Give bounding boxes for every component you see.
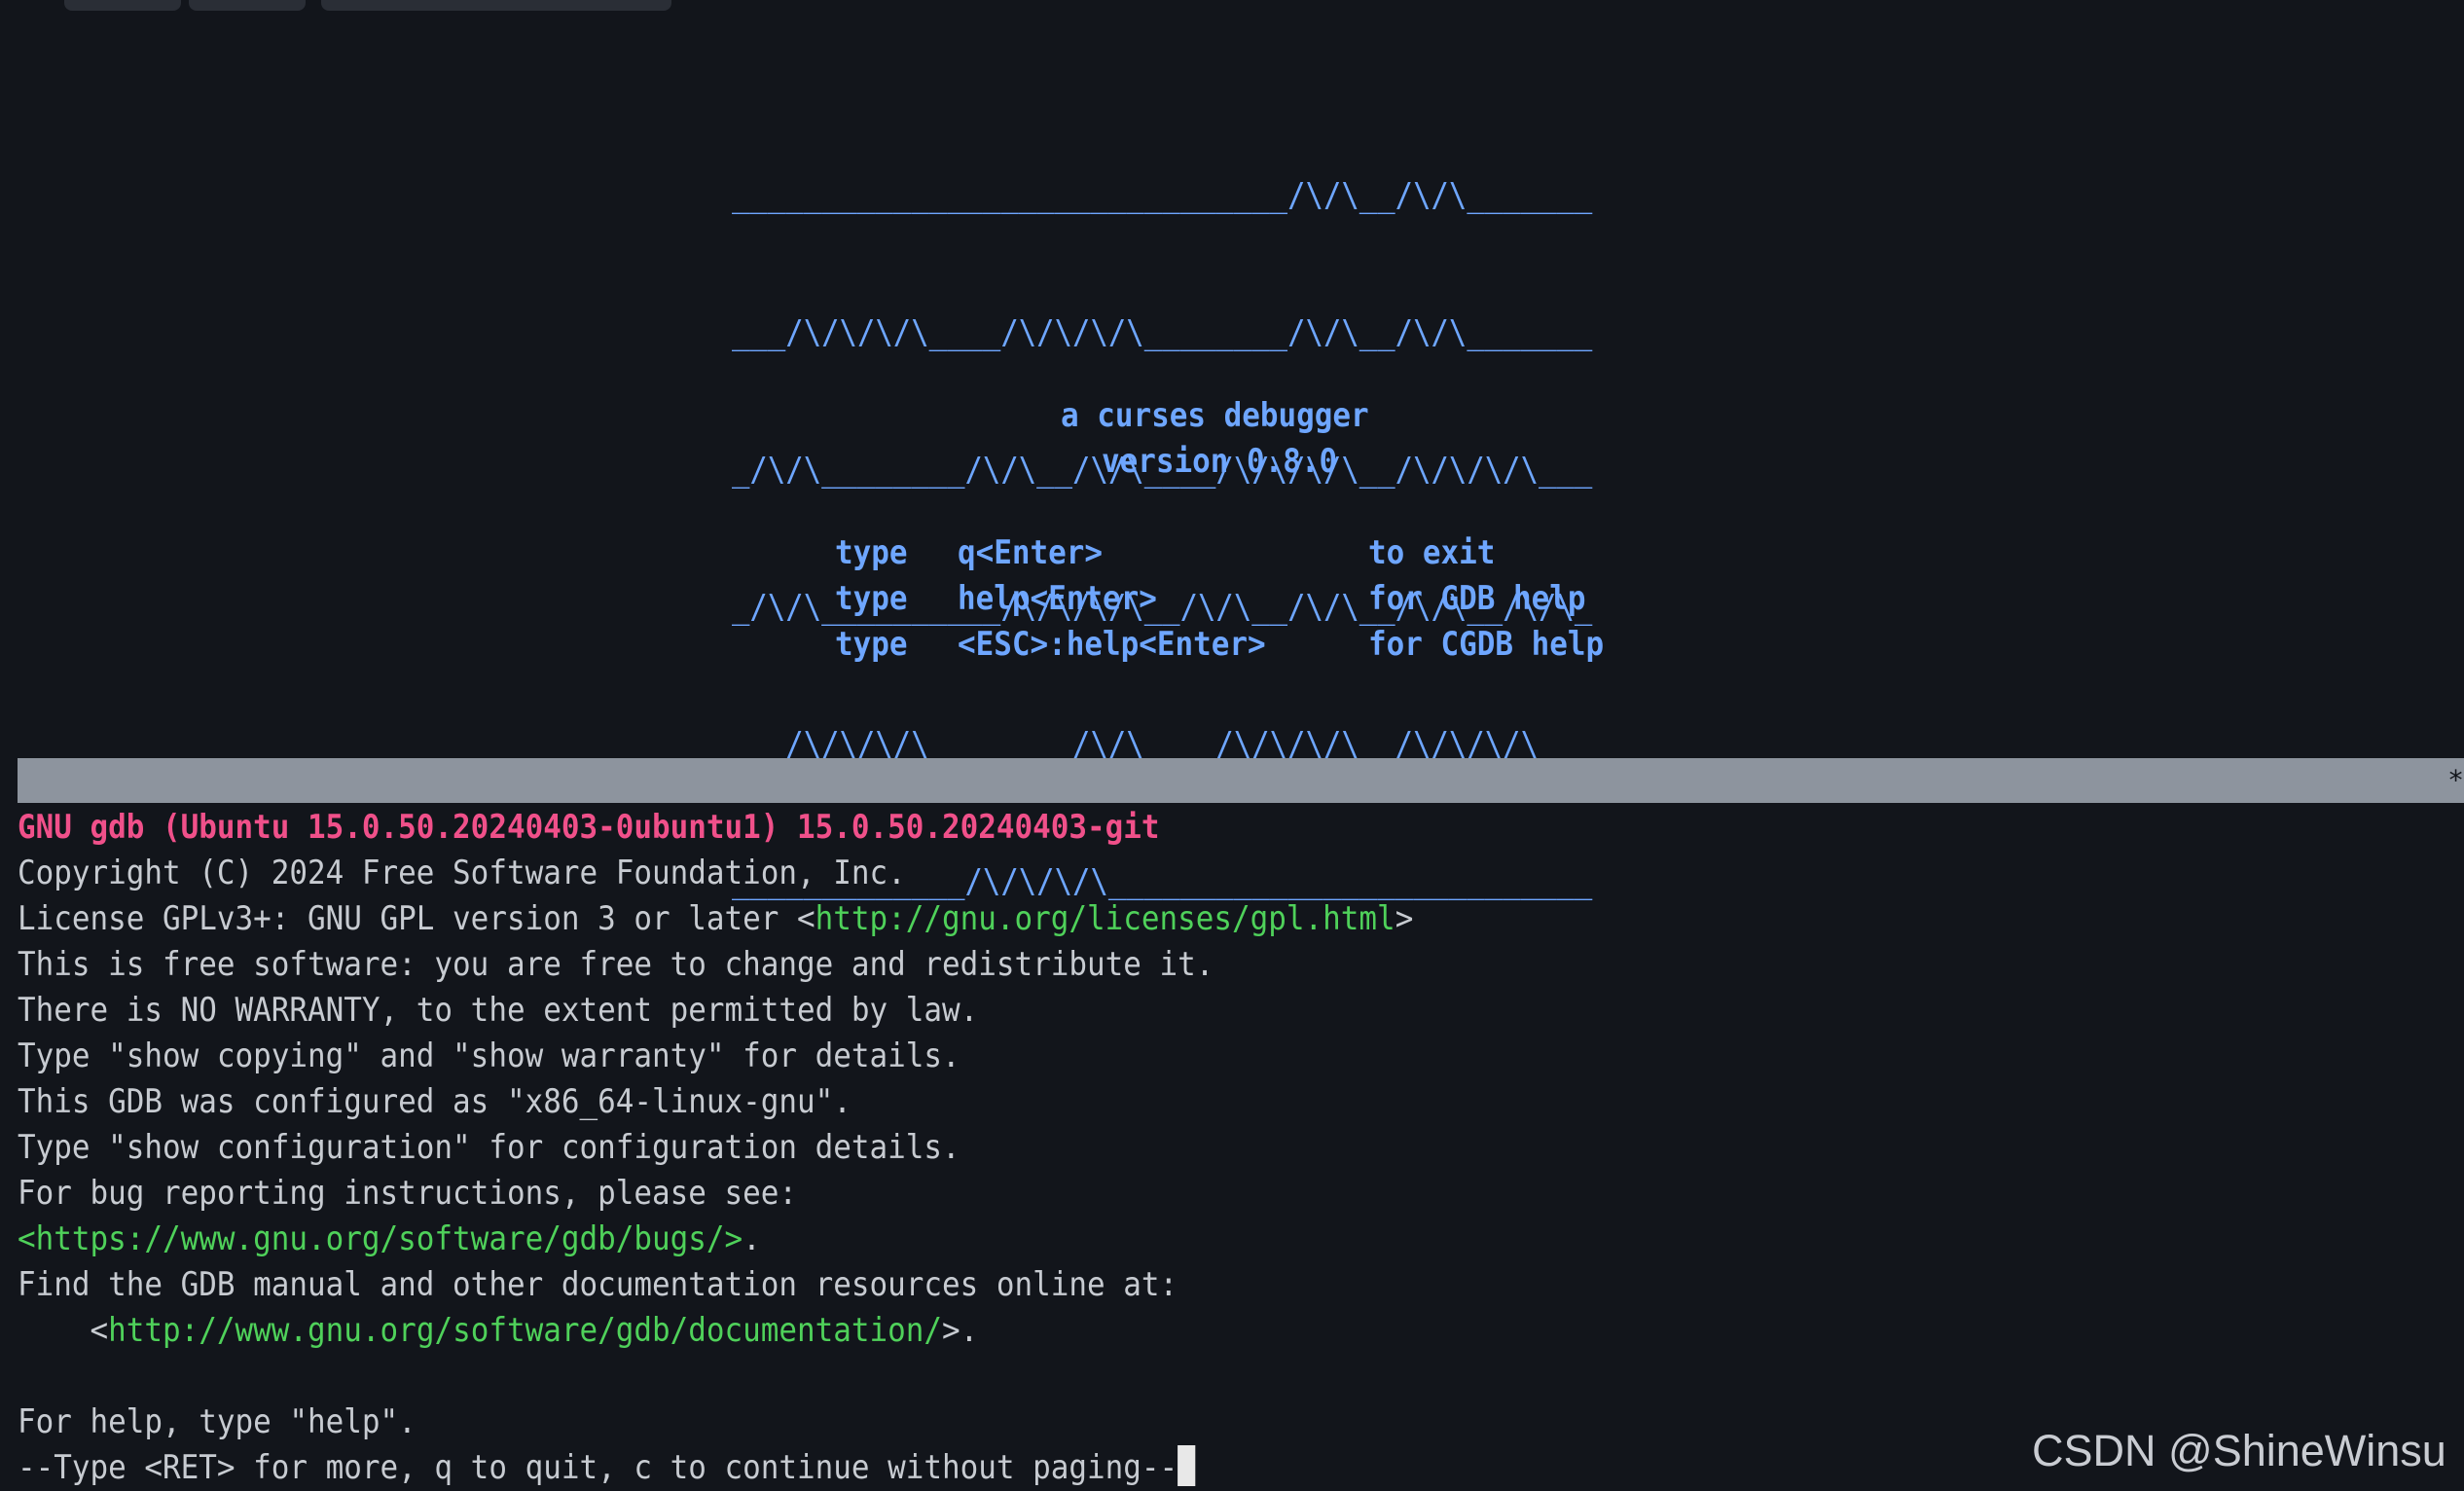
gdb-version-banner: GNU gdb (Ubuntu 15.0.50.20240403-0ubuntu…	[18, 808, 1160, 847]
show-configuration-line: Type "show configuration" for configurat…	[18, 1128, 960, 1167]
show-copying-line: Type "show copying" and "show warranty" …	[18, 1036, 960, 1075]
tagline: a curses debugger	[1061, 396, 1369, 435]
free-software-line: This is free software: you are free to c…	[18, 945, 1214, 984]
pager-prompt-line[interactable]: --Type <RET> for more, q to quit, c to c…	[18, 1445, 1196, 1491]
help-hint-line: For help, type "help".	[18, 1402, 417, 1441]
help-type-label: type	[835, 579, 908, 618]
help-row-cgdb-help: type <ESC>:help<Enter> for CGDB help	[835, 622, 1604, 668]
help-row-gdb-help: type help<Enter> for GDB help	[835, 576, 1586, 622]
help-type-label: type	[835, 625, 908, 664]
find-manual-line: Find the GDB manual and other documentat…	[18, 1265, 1178, 1304]
source-window: _______________________________/\/\__/\/…	[0, 0, 2464, 901]
help-description: for CGDB help	[1368, 625, 1605, 664]
logo-line: _______________________________/\/\__/\/…	[732, 176, 1593, 215]
license-prefix: License GPLv3+: GNU GPL version 3 or lat…	[18, 899, 815, 938]
doc-prefix: <	[18, 1311, 109, 1350]
help-description: to exit	[1368, 533, 1496, 572]
copyright-line: Copyright (C) 2024 Free Software Foundat…	[18, 854, 906, 892]
license-link[interactable]: http://gnu.org/licenses/gpl.html	[815, 899, 1395, 938]
no-warranty-line: There is NO WARRANTY, to the extent perm…	[18, 991, 979, 1030]
documentation-link[interactable]: http://www.gnu.org/software/gdb/document…	[108, 1311, 942, 1350]
help-row-exit: type q<Enter> to exit	[835, 530, 1495, 576]
help-key: help<Enter>	[958, 579, 1157, 618]
license-suffix: >	[1395, 899, 1414, 938]
pager-prompt: --Type <RET> for more, q to quit, c to c…	[18, 1448, 1178, 1487]
help-key: q<Enter>	[958, 533, 1104, 572]
gdb-console[interactable]: GNU gdb (Ubuntu 15.0.50.20240403-0ubuntu…	[18, 805, 2450, 1491]
help-key: <ESC>:help<Enter>	[958, 625, 1266, 664]
help-hints: type q<Enter> to exit type help<Enter> f…	[835, 530, 1604, 668]
documentation-url-line: <http://www.gnu.org/software/gdb/documen…	[18, 1308, 979, 1354]
help-type-label: type	[835, 533, 908, 572]
logo-line: ___/\/\/\/\____/\/\/\/\________/\/\__/\/…	[732, 313, 1593, 352]
bug-reporting-line: For bug reporting instructions, please s…	[18, 1174, 797, 1213]
help-description: for GDB help	[1368, 579, 1586, 618]
csdn-watermark: CSDN @ShineWinsu	[2032, 1426, 2446, 1475]
license-line: License GPLv3+: GNU GPL version 3 or lat…	[18, 896, 1413, 942]
modified-marker: *	[2447, 764, 2464, 796]
configured-line: This GDB was configured as "x86_64-linux…	[18, 1082, 852, 1121]
doc-suffix: >.	[942, 1311, 979, 1350]
bugs-link[interactable]: <https://www.gnu.org/software/gdb/bugs/>	[18, 1219, 743, 1258]
text-cursor	[1178, 1445, 1196, 1486]
version-label: version 0.8.0	[1102, 442, 1338, 481]
bugs-suffix: .	[743, 1219, 761, 1258]
bugs-url-line: <https://www.gnu.org/software/gdb/bugs/>…	[18, 1217, 761, 1262]
window-divider-status-bar[interactable]: *	[18, 758, 2464, 803]
